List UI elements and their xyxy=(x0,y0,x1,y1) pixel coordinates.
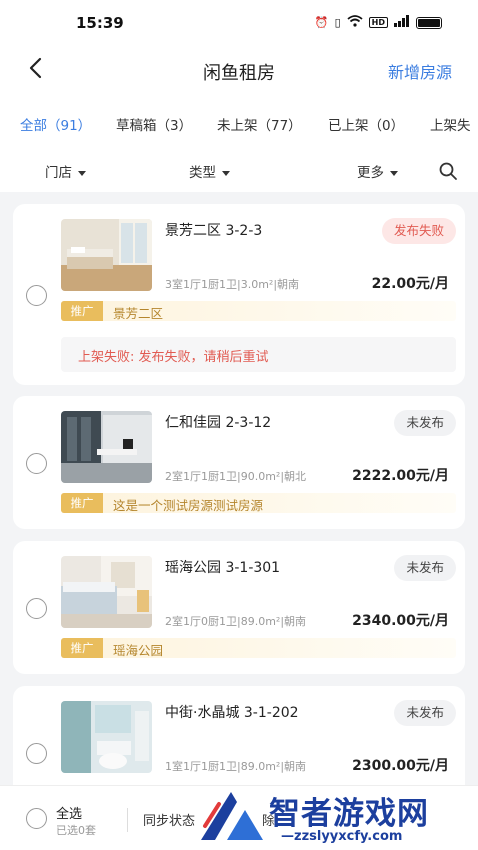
listing-checkbox[interactable] xyxy=(26,743,47,764)
tab-listed[interactable]: 已上架（0） xyxy=(328,114,404,134)
listing-price: 2340.00元/月 xyxy=(352,613,449,629)
listing-checkbox[interactable] xyxy=(26,453,47,474)
tab-all[interactable]: 全部（91） xyxy=(20,114,91,134)
error-message: 上架失败: 发布失败，请稍后重试 xyxy=(78,350,269,365)
listing-name: 景芳二区 3-2-3 xyxy=(165,223,263,239)
wifi-icon xyxy=(347,15,363,30)
divider xyxy=(127,808,128,832)
promo-banner: 推广 这是一个测试房源测试房源 xyxy=(61,493,456,513)
promo-tag: 推广 xyxy=(61,638,103,658)
promo-tag: 推广 xyxy=(61,493,103,513)
more-filter[interactable]: 更多 xyxy=(357,161,398,181)
status-tabs: 全部（91） 草稿箱（3） 未上架（77） 已上架（0） 上架失 xyxy=(0,96,478,150)
promo-banner: 推广 瑶海公园 xyxy=(61,638,456,658)
listing-photo xyxy=(61,556,152,628)
listing-card[interactable]: 瑶海公园 3-1-301 未发布 2室1厅0厨1卫|89.0m²|朝南 2340… xyxy=(13,541,465,674)
listing-price: 2222.00元/月 xyxy=(352,468,449,484)
search-icon[interactable] xyxy=(438,161,458,181)
nav-bar: 闲鱼租房 新增房源 xyxy=(0,44,478,96)
promo-text: 这是一个测试房源测试房源 xyxy=(113,498,264,513)
type-filter[interactable]: 类型 xyxy=(189,161,230,181)
selected-count: 已选0套 xyxy=(56,824,96,837)
listing-specs: 2室1厅0厨1卫|89.0m²|朝南 xyxy=(165,615,307,628)
store-filter-label: 门店 xyxy=(45,165,72,181)
status-badge: 发布失败 xyxy=(381,218,456,244)
listing-name: 中街·水晶城 3-1-202 xyxy=(165,705,299,721)
promo-banner: 推广 景芳二区 xyxy=(61,301,456,321)
watermark-logo xyxy=(201,792,263,840)
listing-price: 22.00元/月 xyxy=(371,276,449,292)
select-all-label[interactable]: 全选 xyxy=(56,803,82,822)
type-filter-label: 类型 xyxy=(189,165,216,181)
caret-down-icon xyxy=(78,170,86,176)
select-all-checkbox[interactable] xyxy=(26,808,47,829)
listing-price: 2300.00元/月 xyxy=(352,758,449,774)
status-bar: 15:39 ⏰ ▯ HD xyxy=(0,0,478,44)
watermark-url: —zzslyyxcfy.com xyxy=(279,829,405,844)
watermark: 智者游戏网 —zzslyyxcfy.com xyxy=(195,780,478,850)
listing-specs: 3室1厅1厨1卫|3.0m²|朝南 xyxy=(165,278,300,291)
status-badge: 未发布 xyxy=(394,410,456,436)
promo-text: 景芳二区 xyxy=(113,306,164,321)
listing-name: 瑶海公园 3-1-301 xyxy=(165,560,281,576)
hd-icon: HD xyxy=(368,17,388,28)
listing-specs: 2室1厅1厨1卫|90.0m²|朝北 xyxy=(165,470,307,483)
status-badge: 未发布 xyxy=(394,555,456,581)
listing-checkbox[interactable] xyxy=(26,598,47,619)
listing-photo xyxy=(61,219,152,291)
more-filter-label: 更多 xyxy=(357,165,384,181)
listing-photo xyxy=(61,411,152,483)
status-icons: ⏰ ▯ HD xyxy=(315,15,442,30)
store-filter[interactable]: 门店 xyxy=(45,161,86,181)
error-message-box: 上架失败: 发布失败，请稍后重试 xyxy=(61,337,456,372)
tab-unlisted[interactable]: 未上架（77） xyxy=(217,114,302,134)
battery-icon xyxy=(416,16,442,29)
signal-icon xyxy=(394,15,410,30)
listing-name: 仁和佳园 2-3-12 xyxy=(165,415,272,431)
listing-card[interactable]: 景芳二区 3-2-3 发布失败 3室1厅1厨1卫|3.0m²|朝南 22.00元… xyxy=(13,204,465,385)
tab-listing-failed[interactable]: 上架失 xyxy=(430,114,471,134)
sync-status-button[interactable]: 同步状态 xyxy=(143,810,195,829)
status-time: 15:39 xyxy=(76,14,124,32)
caret-down-icon xyxy=(390,170,398,176)
tab-drafts[interactable]: 草稿箱（3） xyxy=(116,114,192,134)
listing-card[interactable]: 仁和佳园 2-3-12 未发布 2室1厅1厨1卫|90.0m²|朝北 2222.… xyxy=(13,396,465,529)
caret-down-icon xyxy=(222,170,230,176)
status-badge: 未发布 xyxy=(394,700,456,726)
alarm-icon: ⏰ xyxy=(314,16,329,29)
listing-specs: 1室1厅1厨1卫|89.0m²|朝南 xyxy=(165,760,307,773)
listing-checkbox[interactable] xyxy=(26,285,47,306)
watermark-text: 智者游戏网 xyxy=(269,796,429,832)
add-listing-button[interactable]: 新增房源 xyxy=(388,59,452,83)
promo-text: 瑶海公园 xyxy=(113,643,164,658)
filter-bar: 门店 类型 更多 xyxy=(0,150,478,192)
listing-photo xyxy=(61,701,152,773)
vibrate-icon: ▯ xyxy=(334,16,341,29)
promo-tag: 推广 xyxy=(61,301,103,321)
